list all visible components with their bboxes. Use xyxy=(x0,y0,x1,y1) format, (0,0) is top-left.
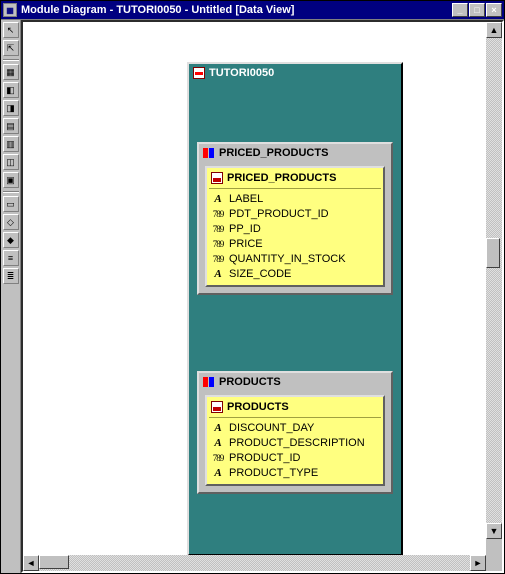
module-name: TUTORI0050 xyxy=(209,67,274,79)
minimize-button[interactable]: _ xyxy=(452,3,468,17)
tool-table[interactable]: ▤ xyxy=(3,118,19,134)
app-window: ▦ Module Diagram - TUTORI0050 - Untitled… xyxy=(0,0,505,574)
scroll-track[interactable] xyxy=(39,555,470,571)
tool-join[interactable]: ◫ xyxy=(3,154,19,170)
scroll-track[interactable] xyxy=(486,38,502,523)
column-name: LABEL xyxy=(229,193,263,205)
tool-rect[interactable]: ▭ xyxy=(3,196,19,212)
type-number-icon: 789 xyxy=(211,453,225,463)
tool-module[interactable]: ▦ xyxy=(3,64,19,80)
table-card-priced-products[interactable]: PRICED_PRODUCTS A LABEL 789 PDT_PRODUCT_ID… xyxy=(205,166,385,287)
window-controls: _ □ × xyxy=(452,3,502,17)
type-number-icon: 789 xyxy=(211,254,225,264)
scroll-corner xyxy=(486,539,502,555)
scroll-right-button[interactable]: ► xyxy=(470,555,486,571)
column-list: A DISCOUNT_DAY A PRODUCT_DESCRIPTION 789 PR… xyxy=(209,418,381,480)
type-number-icon: 789 xyxy=(211,239,225,249)
type-number-icon: 789 xyxy=(211,224,225,234)
close-button[interactable]: × xyxy=(486,3,502,17)
column-name: SIZE_CODE xyxy=(229,268,291,280)
tool-view[interactable]: ▥ xyxy=(3,136,19,152)
block-header[interactable]: PRICED_PRODUCTS xyxy=(199,144,391,162)
column-row[interactable]: A PRODUCT_TYPE xyxy=(211,465,379,480)
block-priced-products[interactable]: PRICED_PRODUCTS PRICED_PRODUCTS A LABEL xyxy=(197,142,393,295)
app-icon: ▦ xyxy=(3,3,17,17)
column-row[interactable]: 789 QUANTITY_IN_STOCK xyxy=(211,251,379,266)
column-row[interactable]: 789 PRICE xyxy=(211,236,379,251)
tool-lines-2[interactable]: ≣ xyxy=(3,268,19,284)
tool-lines[interactable]: ≡ xyxy=(3,250,19,266)
column-name: PRODUCT_DESCRIPTION xyxy=(229,437,365,449)
type-number-icon: 789 xyxy=(211,209,225,219)
column-name: DISCOUNT_DAY xyxy=(229,422,314,434)
tool-block-2[interactable]: ◨ xyxy=(3,100,19,116)
table-icon xyxy=(211,172,223,184)
type-text-icon: A xyxy=(211,437,225,449)
column-name: PRICE xyxy=(229,238,263,250)
block-icon xyxy=(203,377,215,387)
scroll-down-button[interactable]: ▼ xyxy=(486,523,502,539)
column-row[interactable]: A SIZE_CODE xyxy=(211,266,379,281)
block-header[interactable]: PRODUCTS xyxy=(199,373,391,391)
tool-separator xyxy=(3,59,19,61)
scroll-thumb[interactable] xyxy=(39,555,69,569)
module-header[interactable]: TUTORI0050 xyxy=(189,64,401,82)
horizontal-scrollbar[interactable]: ◄ ► xyxy=(23,555,502,571)
module-box[interactable]: TUTORI0050 PRICED_PRODUCTS xyxy=(187,62,403,555)
table-icon xyxy=(211,401,223,413)
client-area: ↖ ⇱ ▦ ◧ ◨ ▤ ▥ ◫ ▣ ▭ ◇ ◆ ≡ ≣ xyxy=(1,19,504,573)
column-name: PRODUCT_TYPE xyxy=(229,467,318,479)
titlebar[interactable]: ▦ Module Diagram - TUTORI0050 - Untitled… xyxy=(1,1,504,19)
vertical-scrollbar[interactable]: ▲ ▼ xyxy=(486,22,502,539)
table-card-products[interactable]: PRODUCTS A DISCOUNT_DAY A PRODUCT_DESCRIPT… xyxy=(205,395,385,486)
module-icon xyxy=(193,67,205,79)
column-name: QUANTITY_IN_STOCK xyxy=(229,253,346,265)
column-row[interactable]: 789 PRODUCT_ID xyxy=(211,450,379,465)
tool-diamond-fill[interactable]: ◆ xyxy=(3,232,19,248)
block-label: PRODUCTS xyxy=(219,376,281,388)
type-text-icon: A xyxy=(211,268,225,280)
table-caption[interactable]: PRICED_PRODUCTS xyxy=(209,170,381,189)
type-text-icon: A xyxy=(211,467,225,479)
tool-palette: ↖ ⇱ ▦ ◧ ◨ ▤ ▥ ◫ ▣ ▭ ◇ ◆ ≡ ≣ xyxy=(1,20,21,573)
scroll-spacer xyxy=(486,555,502,571)
block-products[interactable]: PRODUCTS PRODUCTS A DISCOUNT_DAY xyxy=(197,371,393,494)
canvas-viewport: TUTORI0050 PRICED_PRODUCTS xyxy=(21,20,504,573)
block-label: PRICED_PRODUCTS xyxy=(219,147,328,159)
column-row[interactable]: A DISCOUNT_DAY xyxy=(211,420,379,435)
type-text-icon: A xyxy=(211,193,225,205)
canvas[interactable]: TUTORI0050 PRICED_PRODUCTS xyxy=(23,22,502,555)
table-caption[interactable]: PRODUCTS xyxy=(209,399,381,418)
maximize-button[interactable]: □ xyxy=(469,3,485,17)
column-list: A LABEL 789 PDT_PRODUCT_ID 789 PP_ID 789 PRI… xyxy=(209,189,381,281)
tool-diamond[interactable]: ◇ xyxy=(3,214,19,230)
scroll-thumb[interactable] xyxy=(486,238,500,268)
column-name: PP_ID xyxy=(229,223,261,235)
column-name: PDT_PRODUCT_ID xyxy=(229,208,329,220)
scroll-up-button[interactable]: ▲ xyxy=(486,22,502,38)
tool-key[interactable]: ▣ xyxy=(3,172,19,188)
tool-select[interactable]: ⇱ xyxy=(3,40,19,56)
column-row[interactable]: 789 PP_ID xyxy=(211,221,379,236)
column-row[interactable]: A PRODUCT_DESCRIPTION xyxy=(211,435,379,450)
table-name: PRODUCTS xyxy=(227,401,289,413)
column-row[interactable]: A LABEL xyxy=(211,191,379,206)
column-name: PRODUCT_ID xyxy=(229,452,301,464)
tool-block-1[interactable]: ◧ xyxy=(3,82,19,98)
tool-pointer[interactable]: ↖ xyxy=(3,22,19,38)
column-row[interactable]: 789 PDT_PRODUCT_ID xyxy=(211,206,379,221)
table-name: PRICED_PRODUCTS xyxy=(227,172,336,184)
tool-separator-2 xyxy=(3,191,19,193)
type-text-icon: A xyxy=(211,422,225,434)
scroll-left-button[interactable]: ◄ xyxy=(23,555,39,571)
block-icon xyxy=(203,148,215,158)
window-title: Module Diagram - TUTORI0050 - Untitled [… xyxy=(21,4,452,16)
